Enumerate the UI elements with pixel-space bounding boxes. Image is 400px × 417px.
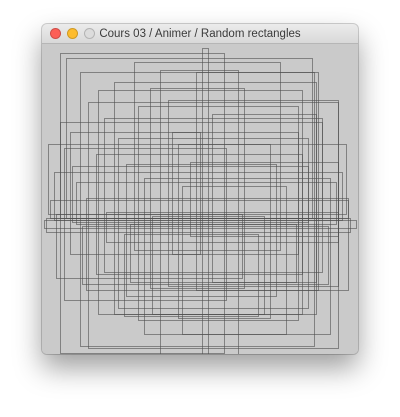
drawn-rectangle (56, 214, 243, 279)
drawn-rectangle (70, 132, 201, 255)
drawn-rectangle (106, 212, 339, 243)
app-window: Cours 03 / Animer / Random rectangles (42, 24, 358, 354)
drawn-rectangle (196, 72, 319, 291)
title-bar[interactable]: Cours 03 / Animer / Random rectangles (42, 24, 358, 44)
window-title: Cours 03 / Animer / Random rectangles (99, 28, 301, 40)
drawn-rectangle (118, 138, 309, 309)
sketch-canvas[interactable] (42, 44, 358, 354)
random-rectangles-drawing (42, 44, 358, 354)
drawn-rectangle (88, 102, 339, 349)
drawn-rectangle (54, 172, 343, 221)
drawn-rectangle (104, 118, 323, 273)
drawn-rectangle (182, 186, 287, 335)
drawn-rectangle (168, 100, 339, 287)
drawn-rectangle (48, 144, 347, 215)
drawn-rectangle (82, 226, 329, 285)
drawn-rectangle (60, 122, 323, 219)
drawn-rectangle (130, 224, 297, 283)
drawn-rectangle (80, 72, 315, 347)
drawn-rectangle (50, 200, 349, 219)
drawn-rectangle (126, 164, 277, 297)
